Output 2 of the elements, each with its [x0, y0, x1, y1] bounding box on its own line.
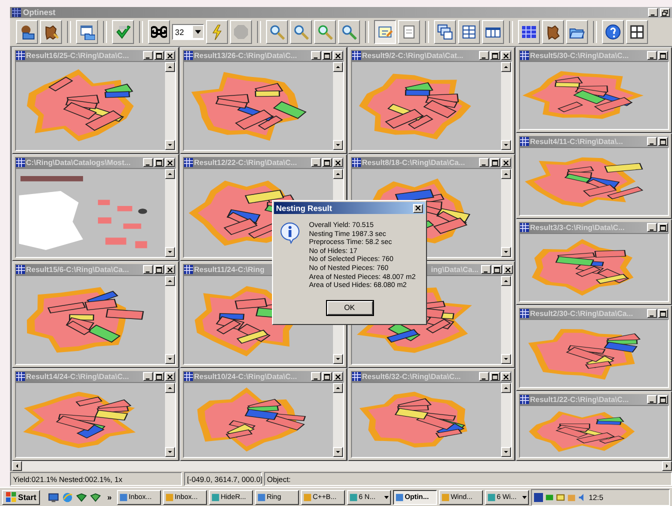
window-title: Optinest	[23, 8, 56, 17]
dialog-title: Nesting Result	[276, 204, 334, 212]
